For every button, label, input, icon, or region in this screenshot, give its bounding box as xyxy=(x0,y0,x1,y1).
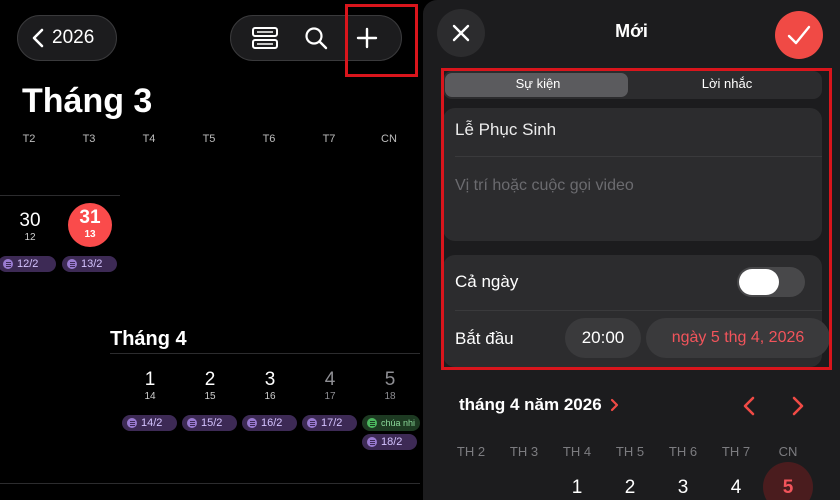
lunar-date: 15 xyxy=(204,391,216,402)
month-picker-button[interactable]: tháng 4 năm 2026 xyxy=(459,395,619,415)
lunar-chip[interactable]: 18/2 xyxy=(362,434,417,450)
search-icon xyxy=(305,27,328,50)
chip-label: 18/2 xyxy=(381,436,403,448)
weekday-label: CN xyxy=(381,133,397,145)
highlight-box-add xyxy=(345,4,418,77)
chevron-right-icon xyxy=(792,396,804,416)
weekday-label: T7 xyxy=(322,133,336,145)
chevron-left-icon xyxy=(743,396,755,416)
lunar-date: 12 xyxy=(24,232,36,243)
picker-weekday-header: TH 2 TH 3 TH 4 TH 5 TH 6 TH 7 CN xyxy=(423,444,840,459)
calendar-event-icon xyxy=(127,418,137,428)
picker-day[interactable]: 3 xyxy=(658,477,708,499)
search-button[interactable] xyxy=(294,18,338,58)
picker-day-selected[interactable]: 5 xyxy=(763,462,813,500)
day-number: 1 xyxy=(144,369,156,390)
lunar-date: 13 xyxy=(84,229,96,240)
calendar-event-icon xyxy=(307,418,317,428)
day-number: 4 xyxy=(324,369,336,390)
list-icon xyxy=(251,27,278,49)
day-cell-today[interactable]: 31 13 xyxy=(68,203,112,247)
weekday-label: T5 xyxy=(202,133,216,145)
day-cell-apr-1[interactable]: 1 14 xyxy=(130,369,170,403)
month-title-march: Tháng 3 xyxy=(22,82,153,120)
prev-month-button[interactable] xyxy=(737,394,761,418)
lunar-date: 16 xyxy=(264,391,276,402)
chip-label: 15/2 xyxy=(201,417,223,429)
day-cell-apr-4[interactable]: 4 17 xyxy=(310,369,350,403)
day-number: 5 xyxy=(384,369,396,390)
weekday-label: TH 5 xyxy=(615,444,645,459)
day-cell-mar-30[interactable]: 30 12 xyxy=(10,210,50,244)
checkmark-icon xyxy=(787,25,811,45)
list-view-button[interactable] xyxy=(243,18,287,58)
picker-day[interactable]: 2 xyxy=(605,477,655,499)
highlight-box-form xyxy=(441,68,832,370)
weekday-label: T4 xyxy=(142,133,156,145)
weekday-label: T6 xyxy=(262,133,276,145)
weekday-label: TH 4 xyxy=(562,444,592,459)
month-calendar-view: 2026 Tháng 3 T2 T3 T4 T5 T6 T7 CN 30 1 2 … xyxy=(0,0,420,500)
weekday-label: T2 xyxy=(22,133,36,145)
chip-label: 13/2 xyxy=(81,258,103,270)
picker-day[interactable]: 4 xyxy=(711,477,761,499)
picker-day-number: 5 xyxy=(782,477,794,498)
lunar-chip[interactable]: 17/2 xyxy=(302,415,357,431)
chip-label: chúa nhi xyxy=(381,418,416,428)
calendar-event-icon xyxy=(67,259,77,269)
lunar-date: 18 xyxy=(384,391,396,402)
weekday-label: CN xyxy=(778,444,798,459)
day-cell-apr-5[interactable]: 5 18 xyxy=(370,369,410,403)
month-title-april: Tháng 4 xyxy=(110,328,187,350)
weekday-label: TH 6 xyxy=(668,444,698,459)
chevron-left-icon xyxy=(32,28,44,48)
next-month-button[interactable] xyxy=(786,394,810,418)
weekday-label: T3 xyxy=(82,133,96,145)
weekday-label: TH 2 xyxy=(456,444,486,459)
lunar-date: 14 xyxy=(144,391,156,402)
lunar-date: 17 xyxy=(324,391,336,402)
week-divider xyxy=(0,195,120,196)
lunar-chip[interactable]: 13/2 xyxy=(62,256,117,272)
year-label: 2026 xyxy=(52,27,95,48)
calendar-event-icon xyxy=(3,259,13,269)
calendar-event-icon xyxy=(367,437,377,447)
lunar-chip[interactable]: 14/2 xyxy=(122,415,177,431)
back-to-year-button[interactable]: 2026 xyxy=(17,15,117,61)
day-number: 3 xyxy=(264,369,276,390)
holiday-chip[interactable]: chúa nhi xyxy=(362,415,420,431)
chip-label: 12/2 xyxy=(17,258,39,270)
calendar-event-icon xyxy=(247,418,257,428)
chevron-right-icon xyxy=(610,398,618,412)
day-number: 31 xyxy=(79,207,101,228)
week-divider xyxy=(0,483,420,484)
chip-label: 17/2 xyxy=(321,417,343,429)
confirm-button[interactable] xyxy=(775,11,823,59)
chip-label: 14/2 xyxy=(141,417,163,429)
calendar-event-icon xyxy=(367,418,377,428)
chip-label: 16/2 xyxy=(261,417,283,429)
day-cell-apr-3[interactable]: 3 16 xyxy=(250,369,290,403)
weekday-label: TH 7 xyxy=(721,444,751,459)
calendar-event-icon xyxy=(187,418,197,428)
weekday-header: T2 T3 T4 T5 T6 T7 CN xyxy=(0,133,420,147)
lunar-chip[interactable]: 15/2 xyxy=(182,415,237,431)
month-divider xyxy=(110,353,420,354)
day-number: 2 xyxy=(204,369,216,390)
lunar-chip[interactable]: 12/2 xyxy=(0,256,56,272)
lunar-chip[interactable]: 16/2 xyxy=(242,415,297,431)
day-cell-apr-2[interactable]: 2 15 xyxy=(190,369,230,403)
picker-day[interactable]: 1 xyxy=(552,477,602,499)
month-year-label: tháng 4 năm 2026 xyxy=(459,395,602,414)
weekday-label: TH 3 xyxy=(509,444,539,459)
day-number: 30 xyxy=(19,210,41,231)
